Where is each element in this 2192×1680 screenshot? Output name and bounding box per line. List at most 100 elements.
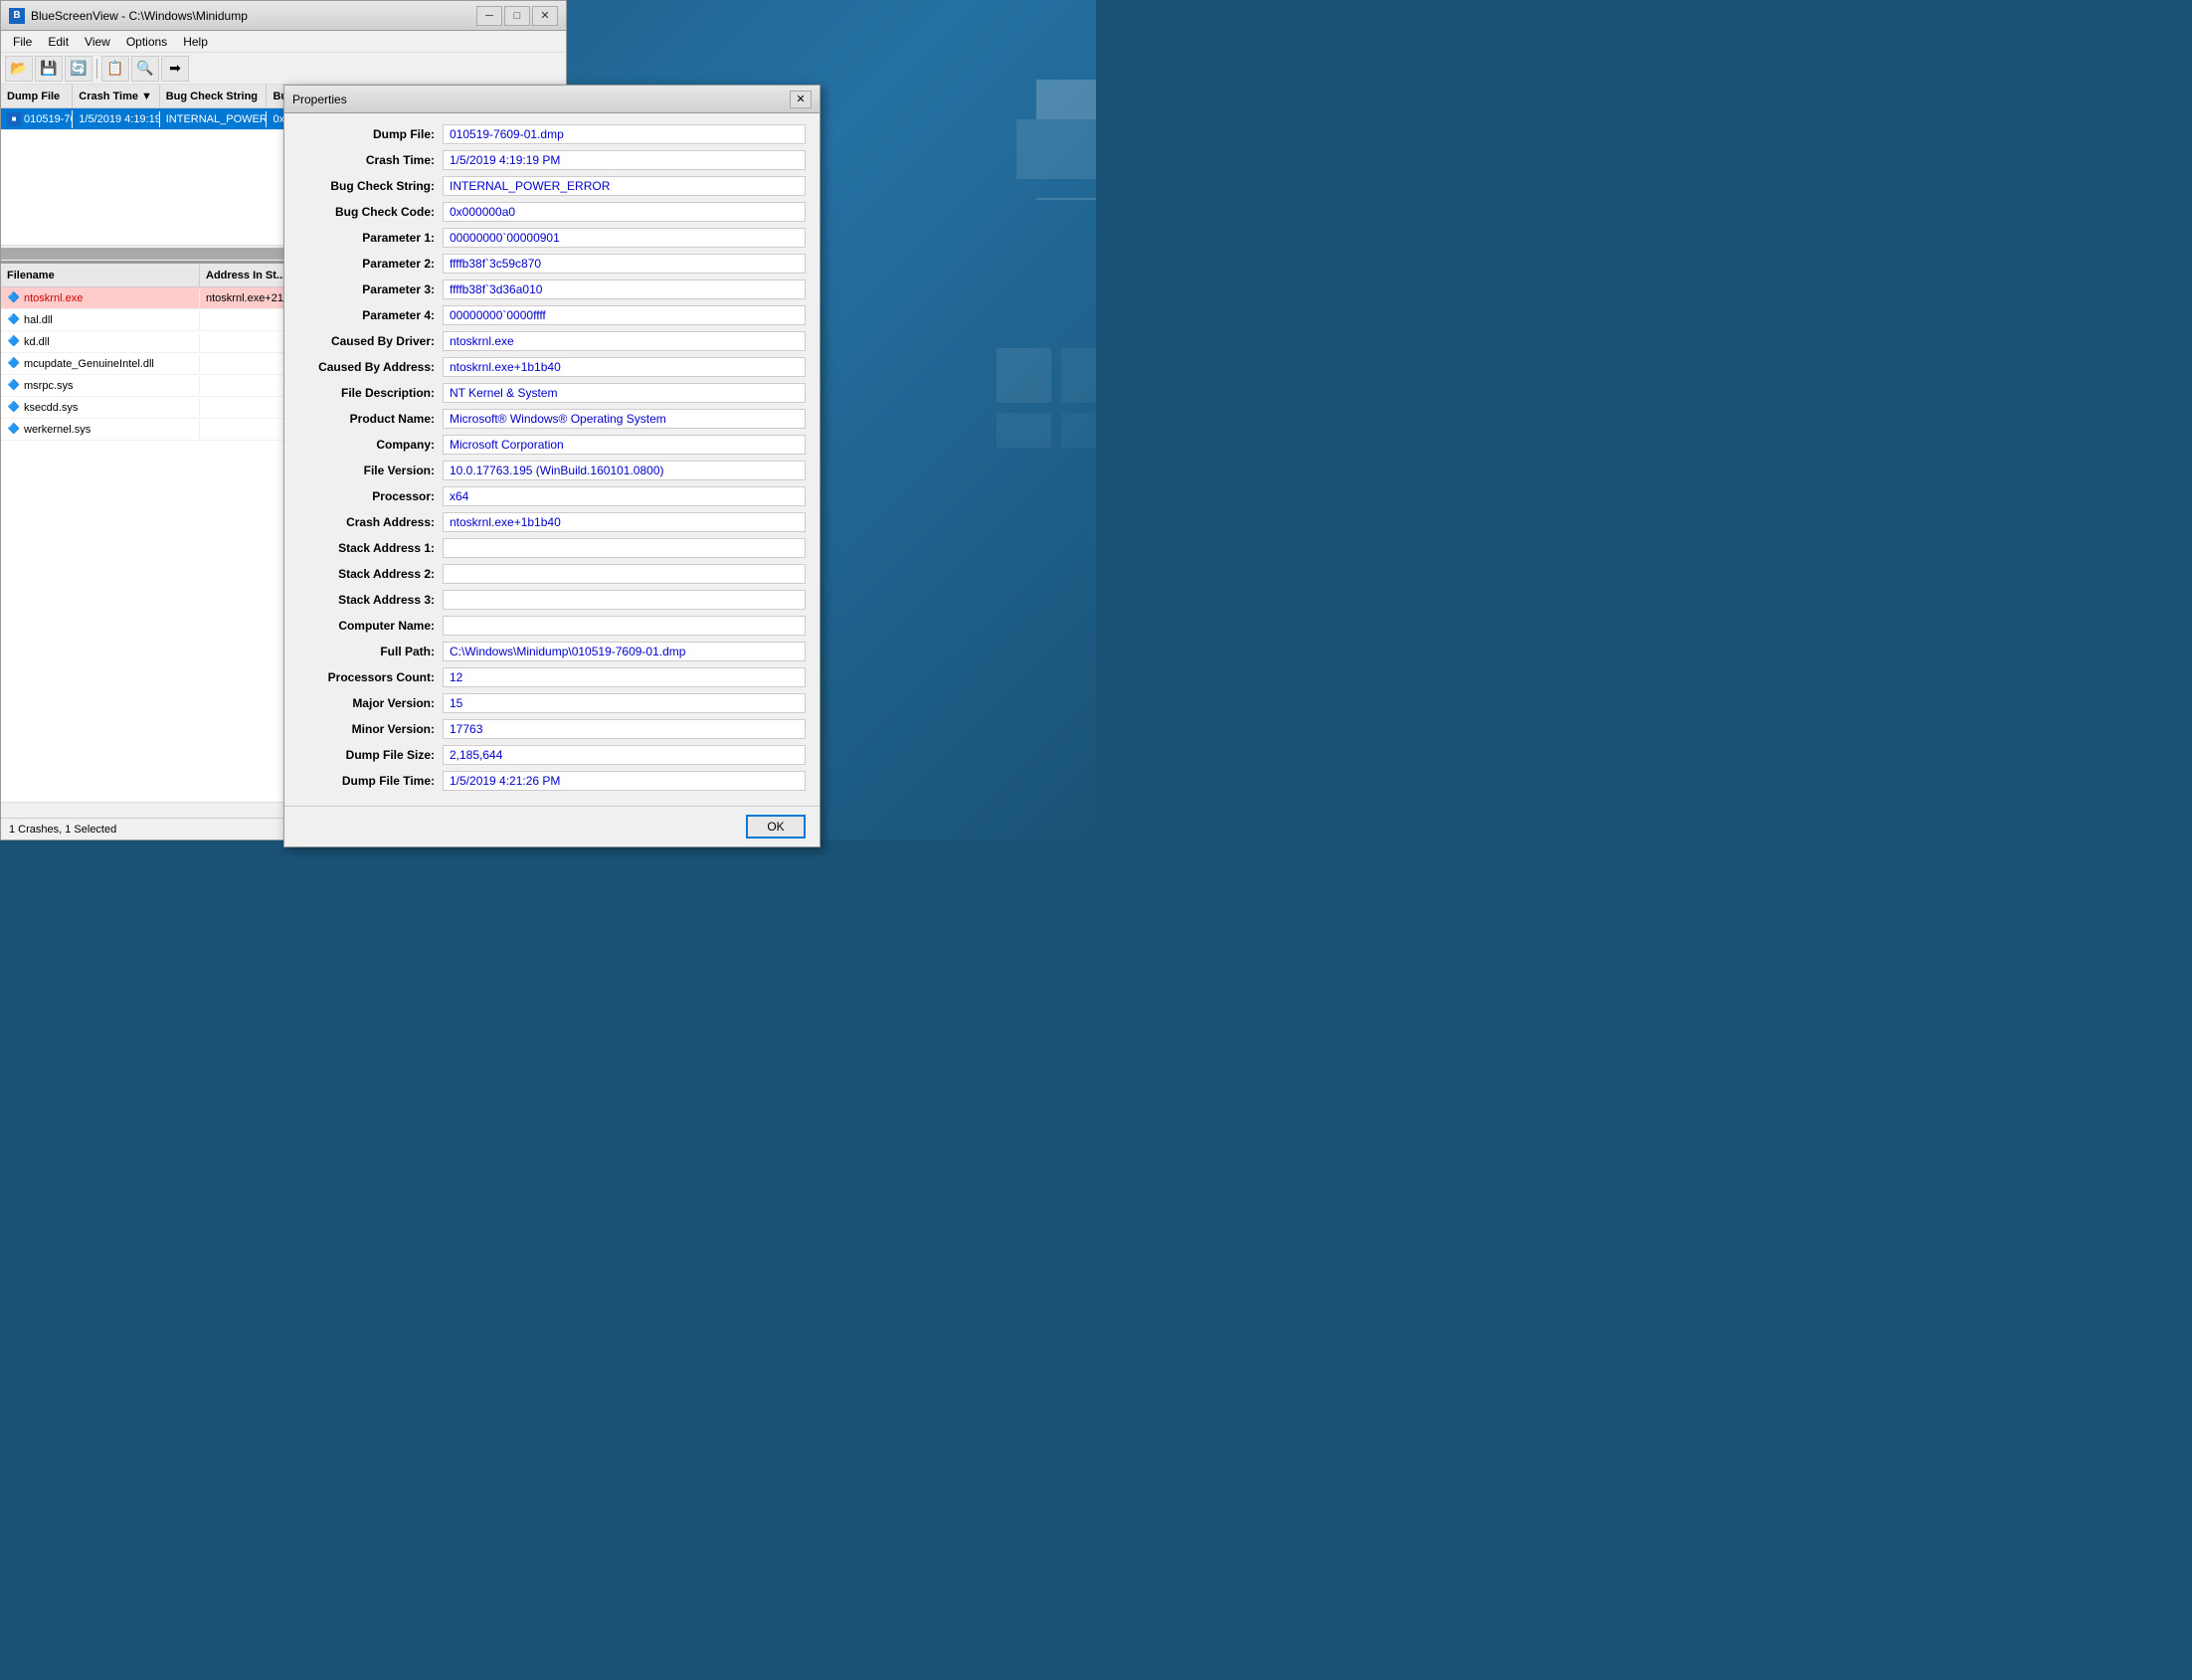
prop-processor: Processor: x64 <box>298 485 806 507</box>
file-icon-6: 🔷 <box>7 423 21 437</box>
prop-stack-address-2: Stack Address 2: <box>298 563 806 585</box>
prop-full-path: Full Path: C:\Windows\Minidump\010519-76… <box>298 641 806 662</box>
prop-value-crash-address: ntoskrnl.exe+1b1b40 <box>443 512 806 532</box>
prop-major-version: Major Version: 15 <box>298 692 806 714</box>
prop-value-param3: ffffb38f`3d36a010 <box>443 280 806 299</box>
cell-bug-check-string: INTERNAL_POWER_ERROR <box>160 111 268 127</box>
prop-value-minor-version: 17763 <box>443 719 806 739</box>
menu-edit[interactable]: Edit <box>40 33 77 51</box>
prop-value-dump-file-time: 1/5/2019 4:21:26 PM <box>443 771 806 791</box>
prop-param3: Parameter 3: ffffb38f`3d36a010 <box>298 279 806 300</box>
dump-file-icon: ■ <box>7 112 21 126</box>
prop-file-version: File Version: 10.0.17763.195 (WinBuild.1… <box>298 460 806 481</box>
prop-caused-by-address: Caused By Address: ntoskrnl.exe+1b1b40 <box>298 356 806 378</box>
prop-label-full-path: Full Path: <box>298 645 443 658</box>
prop-company: Company: Microsoft Corporation <box>298 434 806 456</box>
prop-crash-time: Crash Time: 1/5/2019 4:19:19 PM <box>298 149 806 171</box>
menu-options[interactable]: Options <box>118 33 175 51</box>
prop-param1: Parameter 1: 00000000`00000901 <box>298 227 806 249</box>
prop-label-processor: Processor: <box>298 489 443 503</box>
menu-view[interactable]: View <box>77 33 118 51</box>
prop-stack-address-1: Stack Address 1: <box>298 537 806 559</box>
prop-param4: Parameter 4: 00000000`0000ffff <box>298 304 806 326</box>
prop-label-caused-by-address: Caused By Address: <box>298 360 443 374</box>
cell-crash-time: 1/5/2019 4:19:19 PM <box>73 111 159 127</box>
file-icon-5: 🔷 <box>7 401 21 415</box>
toolbar-refresh-button[interactable]: 🔄 <box>65 56 92 82</box>
prop-dump-file-time: Dump File Time: 1/5/2019 4:21:26 PM <box>298 770 806 792</box>
toolbar-save-button[interactable]: 💾 <box>35 56 63 82</box>
prop-product-name: Product Name: Microsoft® Windows® Operat… <box>298 408 806 430</box>
prop-label-minor-version: Minor Version: <box>298 722 443 736</box>
prop-value-company: Microsoft Corporation <box>443 435 806 455</box>
prop-label-product-name: Product Name: <box>298 412 443 426</box>
prop-value-stack-3 <box>443 590 806 610</box>
menu-file[interactable]: File <box>5 33 40 51</box>
prop-label-dump-file-time: Dump File Time: <box>298 774 443 788</box>
prop-value-processor: x64 <box>443 486 806 506</box>
app-title: BlueScreenView - C:\Windows\Minidump <box>31 9 476 23</box>
maximize-button[interactable]: □ <box>504 6 530 26</box>
col-crash-time[interactable]: Crash Time ▼ <box>73 85 159 107</box>
prop-value-caused-by-driver: ntoskrnl.exe <box>443 331 806 351</box>
file-icon-2: 🔷 <box>7 335 21 349</box>
prop-value-product-name: Microsoft® Windows® Operating System <box>443 409 806 429</box>
prop-label-crash-time: Crash Time: <box>298 153 443 167</box>
toolbar-forward-button[interactable]: ➡ <box>161 56 189 82</box>
cell-filename-5: 🔷 ksecdd.sys <box>1 399 200 417</box>
col-dump-file[interactable]: Dump File <box>1 85 73 107</box>
prop-label-dump-file-size: Dump File Size: <box>298 748 443 762</box>
prop-label-param4: Parameter 4: <box>298 308 443 322</box>
dialog-title-bar: Properties ✕ <box>284 86 820 113</box>
status-text: 1 Crashes, 1 Selected <box>9 824 116 836</box>
prop-value-crash-time: 1/5/2019 4:19:19 PM <box>443 150 806 170</box>
prop-caused-by-driver: Caused By Driver: ntoskrnl.exe <box>298 330 806 352</box>
properties-content: Dump File: 010519-7609-01.dmp Crash Time… <box>284 113 820 806</box>
cell-filename-4: 🔷 msrpc.sys <box>1 377 200 395</box>
prop-label-param1: Parameter 1: <box>298 231 443 245</box>
title-bar-buttons: ─ □ ✕ <box>476 6 558 26</box>
prop-bug-check-code: Bug Check Code: 0x000000a0 <box>298 201 806 223</box>
prop-minor-version: Minor Version: 17763 <box>298 718 806 740</box>
prop-value-major-version: 15 <box>443 693 806 713</box>
minimize-button[interactable]: ─ <box>476 6 502 26</box>
file-icon-4: 🔷 <box>7 379 21 393</box>
title-bar: B BlueScreenView - C:\Windows\Minidump ─… <box>1 1 566 31</box>
prop-label-caused-by-driver: Caused By Driver: <box>298 334 443 348</box>
app-icon: B <box>9 8 25 24</box>
menu-bar: File Edit View Options Help <box>1 31 566 53</box>
prop-label-param3: Parameter 3: <box>298 282 443 296</box>
prop-value-param4: 00000000`0000ffff <box>443 305 806 325</box>
col-bug-check-string[interactable]: Bug Check String <box>160 85 268 107</box>
prop-value-stack-2 <box>443 564 806 584</box>
toolbar-search-button[interactable]: 🔍 <box>131 56 159 82</box>
prop-value-param1: 00000000`00000901 <box>443 228 806 248</box>
prop-value-stack-1 <box>443 538 806 558</box>
prop-file-description: File Description: NT Kernel & System <box>298 382 806 404</box>
prop-dump-file-size: Dump File Size: 2,185,644 <box>298 744 806 766</box>
prop-label-bug-check-string: Bug Check String: <box>298 179 443 193</box>
prop-value-file-version: 10.0.17763.195 (WinBuild.160101.0800) <box>443 461 806 480</box>
prop-bug-check-string: Bug Check String: INTERNAL_POWER_ERROR <box>298 175 806 197</box>
ok-button[interactable]: OK <box>746 815 806 839</box>
prop-value-processors-count: 12 <box>443 667 806 687</box>
prop-value-computer-name <box>443 616 806 636</box>
col-filename[interactable]: Filename <box>1 264 200 286</box>
close-button[interactable]: ✕ <box>532 6 558 26</box>
prop-crash-address: Crash Address: ntoskrnl.exe+1b1b40 <box>298 511 806 533</box>
prop-label-bug-check-code: Bug Check Code: <box>298 205 443 219</box>
cell-filename-6: 🔷 werkernel.sys <box>1 421 200 439</box>
prop-label-computer-name: Computer Name: <box>298 619 443 633</box>
file-icon-0: 🔷 <box>7 291 21 305</box>
toolbar-open-button[interactable]: 📂 <box>5 56 33 82</box>
prop-label-company: Company: <box>298 438 443 452</box>
toolbar-copy-button[interactable]: 📋 <box>101 56 129 82</box>
dialog-close-button[interactable]: ✕ <box>790 91 812 108</box>
prop-dump-file: Dump File: 010519-7609-01.dmp <box>298 123 806 145</box>
prop-value-param2: ffffb38f`3c59c870 <box>443 254 806 274</box>
prop-value-dump-file: 010519-7609-01.dmp <box>443 124 806 144</box>
prop-computer-name: Computer Name: <box>298 615 806 637</box>
cell-filename-1: 🔷 hal.dll <box>1 311 200 329</box>
menu-help[interactable]: Help <box>175 33 216 51</box>
prop-label-stack-2: Stack Address 2: <box>298 567 443 581</box>
